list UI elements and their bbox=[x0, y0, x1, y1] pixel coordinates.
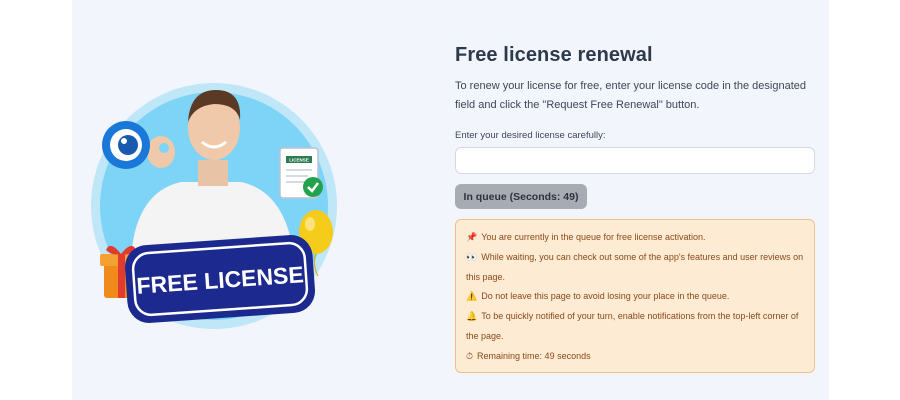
person-neck bbox=[198, 160, 228, 186]
license-field-label: Enter your desired license carefully: bbox=[455, 130, 606, 141]
checkmark-badge-icon bbox=[303, 177, 323, 197]
notice-line: ⏱ Remaining time: 49 seconds bbox=[466, 350, 591, 361]
in-queue-button[interactable]: In queue (Seconds: 49) bbox=[455, 184, 587, 209]
queue-notice-box: 📌 You are currently in the queue for free… bbox=[455, 219, 815, 373]
stopwatch-icon: ⏱ bbox=[466, 350, 474, 361]
page-title: Free license renewal bbox=[455, 44, 653, 66]
page-description: To renew your license for free, enter yo… bbox=[455, 80, 806, 111]
notice-line: 👀 While waiting, you can check out some o… bbox=[466, 251, 804, 282]
free-license-illustration: LICENSE FREE LICENSE bbox=[91, 83, 337, 329]
main-panel: LICENSE FREE LICENSE Free license renewa… bbox=[72, 0, 829, 400]
notice-line: ⚠️ Do not leave this page to avoid losing… bbox=[466, 291, 730, 302]
eyes-icon: 👀 bbox=[466, 251, 478, 262]
notice-line: 🔔 To be quickly notified of your turn, en… bbox=[466, 311, 799, 341]
license-renewal-form: Free license renewal To renew your licen… bbox=[455, 44, 815, 373]
license-input[interactable] bbox=[455, 147, 815, 174]
ok-hand-gap bbox=[159, 143, 169, 153]
pushpin-icon: 📌 bbox=[466, 232, 478, 242]
free-license-banner: FREE LICENSE bbox=[124, 235, 316, 323]
svg-text:LICENSE: LICENSE bbox=[289, 158, 309, 163]
notice-line: 📌 You are currently in the queue for free… bbox=[466, 232, 706, 242]
warning-icon: ⚠️ bbox=[466, 291, 478, 302]
bell-icon: 🔔 bbox=[466, 311, 478, 322]
